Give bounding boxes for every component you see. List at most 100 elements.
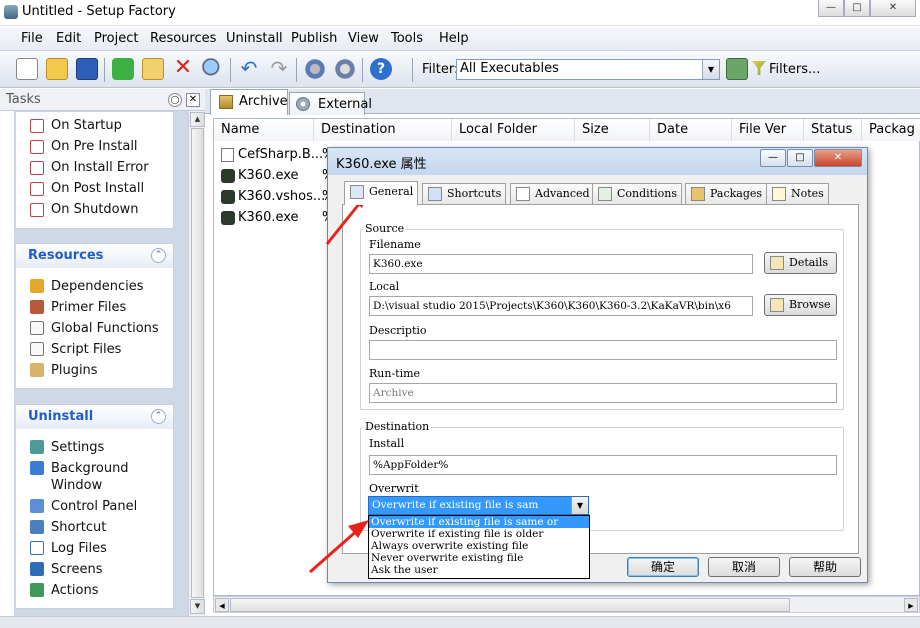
cancel-button[interactable]: 取消 xyxy=(708,557,780,577)
filter-select[interactable]: All Executables ▼ xyxy=(456,59,720,80)
overwrite-option[interactable]: Always overwrite existing file xyxy=(369,540,589,552)
menu-help[interactable]: Help xyxy=(439,31,469,46)
scroll-up-icon[interactable]: ▲ xyxy=(190,112,205,127)
dialog-maximize-button[interactable]: □ xyxy=(787,149,813,167)
tab-archive[interactable]: Archive xyxy=(210,89,288,115)
build-gear-icon[interactable] xyxy=(304,58,326,80)
menu-resources[interactable]: Resources xyxy=(150,31,216,46)
collapse-icon[interactable]: ⌃ xyxy=(151,409,166,424)
uninstall-shortcut[interactable]: Shortcut xyxy=(51,520,106,535)
scroll-right-icon[interactable]: ▶ xyxy=(904,598,918,612)
uninstall-settings[interactable]: Settings xyxy=(51,440,104,455)
help-button[interactable]: 帮助 xyxy=(789,557,861,577)
menu-project[interactable]: Project xyxy=(94,31,138,46)
open-folder-icon[interactable] xyxy=(46,58,68,80)
scroll-thumb[interactable] xyxy=(191,128,204,598)
tasks-title: Tasks xyxy=(6,92,41,107)
menu-edit[interactable]: Edit xyxy=(56,31,81,46)
add-folder-icon[interactable] xyxy=(142,58,164,80)
exe-icon xyxy=(221,190,235,204)
chevron-down-icon[interactable]: ▼ xyxy=(571,497,588,514)
dialog-minimize-button[interactable]: — xyxy=(760,149,786,167)
funnel-icon[interactable] xyxy=(752,61,766,75)
filename-input[interactable]: K360.exe xyxy=(369,254,753,274)
pin-icon[interactable]: ◯ xyxy=(168,93,182,107)
delete-icon[interactable]: ✕ xyxy=(172,57,194,80)
task-on-shutdown[interactable]: On Shutdown xyxy=(51,202,139,217)
save-icon[interactable] xyxy=(76,58,98,80)
maximize-button[interactable]: □ xyxy=(844,0,870,17)
tab-external[interactable]: External xyxy=(289,92,372,115)
task-on-startup[interactable]: On Startup xyxy=(51,118,122,133)
menu-publish[interactable]: Publish xyxy=(291,31,337,46)
browse-button[interactable]: Browse xyxy=(764,294,837,316)
uninstall-log-files[interactable]: Log Files xyxy=(51,541,107,556)
resources-panel-header[interactable]: Resources ⌃ xyxy=(15,243,174,268)
scroll-left-icon[interactable]: ◀ xyxy=(215,598,229,612)
overwrite-select[interactable]: Overwrite if existing file is sam ▼ xyxy=(368,496,589,515)
dialog-tab-packages[interactable]: Packages xyxy=(685,183,768,204)
collapse-icon[interactable]: ⌃ xyxy=(151,248,166,263)
uninstall-actions[interactable]: Actions xyxy=(51,583,99,598)
menu-view[interactable]: View xyxy=(348,31,379,46)
resource-primer-files[interactable]: Primer Files xyxy=(51,300,126,315)
hscroll-thumb[interactable] xyxy=(230,598,790,612)
menu-tools[interactable]: Tools xyxy=(391,31,423,46)
uninstall-background-window[interactable]: Window xyxy=(51,478,102,493)
uninstall-background[interactable]: Background xyxy=(51,461,129,476)
resource-global-functions[interactable]: Global Functions xyxy=(51,321,159,336)
resource-script-files[interactable]: Script Files xyxy=(51,342,121,357)
ok-button[interactable]: 确定 xyxy=(627,557,699,577)
redo-icon[interactable]: ↷ xyxy=(268,58,290,80)
overwrite-option[interactable]: Overwrite if existing file is same or xyxy=(369,516,589,528)
resource-dependencies[interactable]: Dependencies xyxy=(51,279,144,294)
description-input[interactable] xyxy=(369,340,837,360)
new-file-icon[interactable] xyxy=(16,58,38,80)
dialog-tab-general[interactable]: General xyxy=(344,181,419,205)
tasks-scrollbar[interactable]: ▲ ▼ xyxy=(188,111,205,616)
overwrite-option[interactable]: Never overwrite existing file xyxy=(369,552,589,564)
search-icon[interactable] xyxy=(202,58,224,80)
column-destination[interactable]: Destination xyxy=(314,119,452,141)
column-local-folder[interactable]: Local Folder xyxy=(452,119,575,141)
overwrite-option[interactable]: Overwrite if existing file is older xyxy=(369,528,589,540)
task-on-install-error[interactable]: On Install Error xyxy=(51,160,149,175)
dialog-tab-conditions[interactable]: Conditions xyxy=(592,183,682,204)
resource-plugins[interactable]: Plugins xyxy=(51,363,98,378)
column-name[interactable]: Name xyxy=(214,119,314,141)
install-folder-input[interactable]: %AppFolder% xyxy=(369,455,837,475)
column-date[interactable]: Date xyxy=(650,119,732,141)
settings-gear-icon[interactable] xyxy=(334,58,356,80)
filters-menu[interactable]: Filters... xyxy=(769,62,820,77)
uninstall-screens[interactable]: Screens xyxy=(51,562,102,577)
column-package[interactable]: Packag xyxy=(862,119,920,141)
uninstall-control-panel[interactable]: Control Panel xyxy=(51,499,137,514)
uninstall-panel-header[interactable]: Uninstall ⌃ xyxy=(15,404,174,429)
column-status[interactable]: Status xyxy=(804,119,862,141)
column-size[interactable]: Size xyxy=(575,119,650,141)
task-on-pre-install[interactable]: On Pre Install xyxy=(51,139,138,154)
dialog-tab-shortcuts[interactable]: Shortcuts xyxy=(422,183,507,204)
dialog-tab-notes[interactable]: Notes xyxy=(766,183,829,204)
overwrite-option[interactable]: Ask the user xyxy=(369,564,589,576)
minimize-button[interactable]: — xyxy=(818,0,844,17)
menu-file[interactable]: File xyxy=(21,31,43,46)
chevron-down-icon[interactable]: ▼ xyxy=(702,60,719,79)
undo-icon[interactable]: ↶ xyxy=(238,58,260,80)
close-pane-icon[interactable]: ✕ xyxy=(186,93,200,107)
scroll-down-icon[interactable]: ▼ xyxy=(190,599,205,614)
menu-uninstall[interactable]: Uninstall xyxy=(226,31,283,46)
file-list-hscrollbar[interactable]: ◀ ▶ xyxy=(213,596,920,613)
close-button[interactable]: ✕ xyxy=(870,0,916,17)
filter-apply-icon[interactable] xyxy=(726,58,748,80)
background-window-icon xyxy=(30,461,44,475)
help-icon[interactable]: ? xyxy=(370,58,392,80)
details-button[interactable]: Details xyxy=(764,252,837,274)
column-file-ver[interactable]: File Ver xyxy=(732,119,804,141)
task-on-post-install[interactable]: On Post Install xyxy=(51,181,144,196)
local-path-input[interactable]: D:\visual studio 2015\Projects\K360\K360… xyxy=(369,296,753,316)
add-icon[interactable] xyxy=(112,58,134,80)
dialog-close-button[interactable]: ✕ xyxy=(814,149,862,167)
overwrite-options-list[interactable]: Overwrite if existing file is same or Ov… xyxy=(368,515,590,579)
dialog-tab-advanced[interactable]: Advanced xyxy=(510,183,595,204)
